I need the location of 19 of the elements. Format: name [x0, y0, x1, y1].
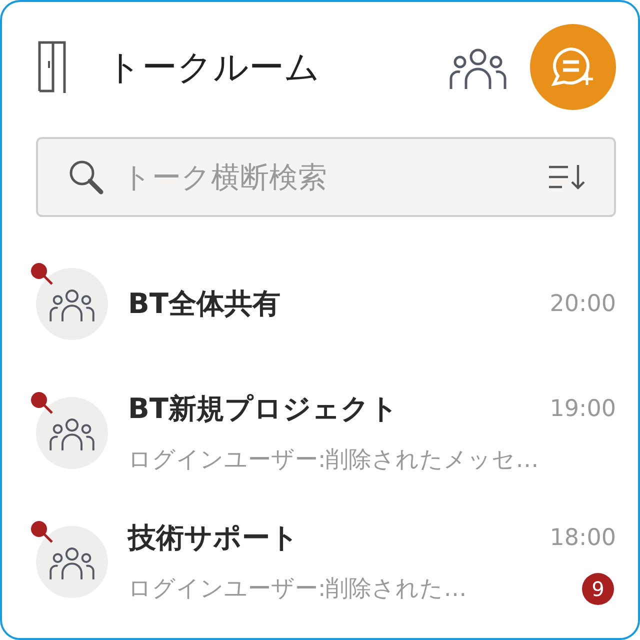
- search-field[interactable]: トーク横断検索: [36, 137, 616, 217]
- time-label: 18:00: [550, 524, 616, 550]
- message-preview: ログインユーザー:削除されたメッセ…: [128, 446, 540, 475]
- room-item[interactable]: 技術サポート 18:00 ログインユーザー:削除された… 9: [36, 497, 616, 626]
- room-name: BT新規プロジェクト: [128, 391, 400, 427]
- time-label: 19:00: [550, 396, 616, 422]
- chat-plus-icon: [550, 46, 596, 88]
- time-label: 20:00: [550, 290, 616, 316]
- sort-button[interactable]: [548, 164, 586, 190]
- room-name: BT全体共有: [128, 286, 282, 322]
- room-item[interactable]: BT新規プロジェクト 19:00 ログインユーザー:削除されたメッセ…: [36, 368, 616, 497]
- page-title: トークルーム: [106, 46, 321, 90]
- unread-badge: 9: [582, 572, 614, 604]
- search-input[interactable]: トーク横断検索: [120, 159, 548, 195]
- search-icon: [68, 159, 104, 195]
- room-item[interactable]: BT全体共有 20:00: [36, 239, 616, 368]
- door-icon: [38, 41, 66, 93]
- room-name: 技術サポート: [128, 520, 300, 556]
- message-preview: ログインユーザー:削除された…: [128, 575, 468, 604]
